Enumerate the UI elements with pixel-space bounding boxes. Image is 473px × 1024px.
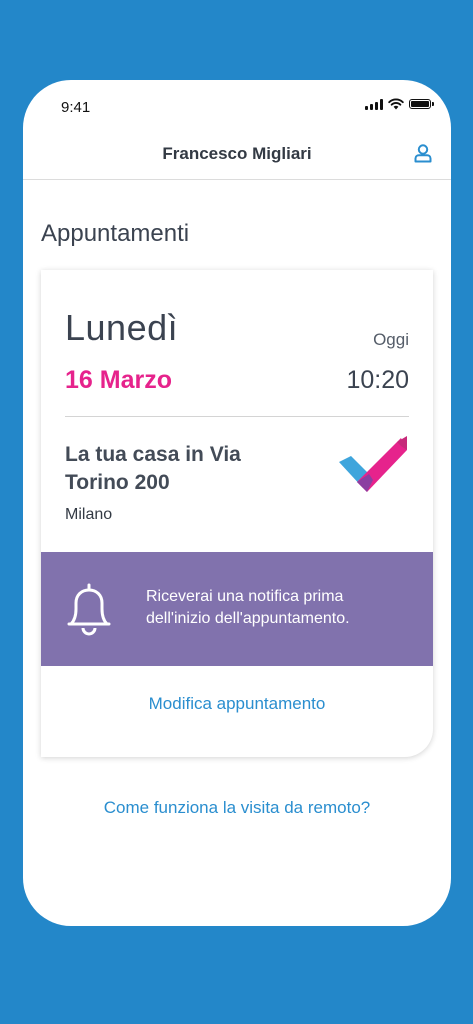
user-icon[interactable]: [413, 143, 433, 163]
today-label: Oggi: [373, 330, 409, 349]
page-title: Francesco Migliari: [162, 144, 312, 163]
status-time: 9:41: [61, 99, 91, 116]
wifi-icon: [388, 98, 404, 110]
edit-appointment-link[interactable]: Modifica appuntamento: [41, 694, 433, 714]
appointment-card: Lunedì Oggi 16 Marzo 10:20 La tua casa i…: [41, 270, 433, 757]
bell-icon: [67, 583, 111, 636]
phone-frame: 9:41 Francesco Migliari Appuntamenti Lun…: [23, 80, 451, 926]
remote-visit-info-link[interactable]: Come funziona la visita da remoto?: [23, 798, 451, 818]
nav-bar: Francesco Migliari: [23, 126, 451, 180]
notification-banner: Riceverai una notifica prima dell'inizio…: [41, 552, 433, 666]
section-title: Appuntamenti: [41, 220, 190, 247]
appointment-address: La tua casa in Via Torino 200: [65, 443, 241, 494]
signal-icon: [365, 98, 383, 110]
divider: [65, 416, 409, 417]
appointment-date: 16 Marzo: [65, 366, 172, 394]
appointment-day: Lunedì: [65, 307, 179, 348]
notification-text: Riceverai una notifica prima dell'inizio…: [146, 588, 350, 627]
appointment-city: Milano: [65, 506, 113, 523]
status-bar: 9:41: [23, 80, 451, 126]
battery-icon: [409, 99, 434, 109]
appointment-time: 10:20: [346, 366, 409, 394]
status-icons: [365, 98, 434, 110]
checkmark-logo-icon: [339, 436, 407, 492]
